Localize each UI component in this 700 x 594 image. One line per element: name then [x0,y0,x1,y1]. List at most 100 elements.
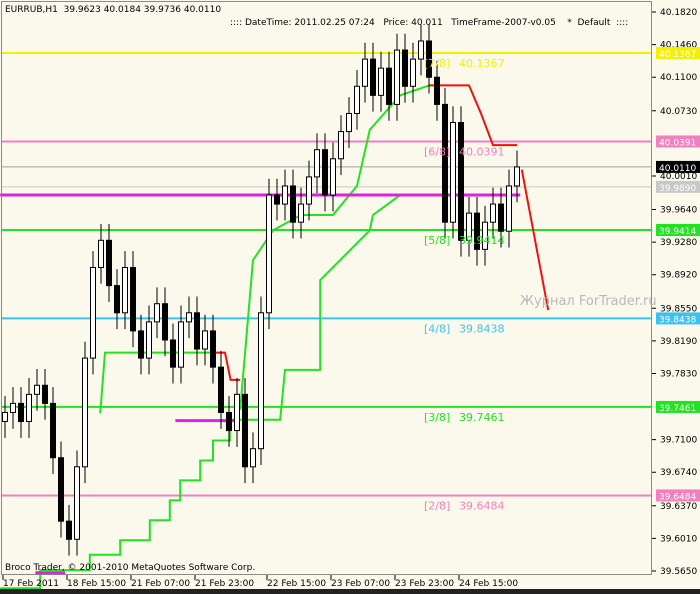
candle-body [154,303,160,323]
level-name-label: [3/8] [424,411,450,424]
candle-body [10,402,16,413]
candle-body [90,266,96,359]
candle-body [98,239,104,268]
candle-body [42,384,48,404]
y-tick-label: 39.6010 [660,534,697,544]
candle-body [418,40,424,60]
candle-body [34,384,40,395]
x-tick-label: 22 Feb 15:00 [267,579,326,589]
candle-body [410,58,416,87]
y-tick-label: 40.1100 [660,73,697,83]
candle-body [490,203,496,223]
level-name-label: [6/8] [424,145,450,158]
price-tag-label: 39.7461 [659,404,696,414]
candle-body [74,466,80,540]
level-name-label: [4/8] [424,322,450,335]
candle-body [394,49,400,105]
candle-body [402,49,408,87]
level-value-label: 39.6484 [459,499,505,512]
candle-body [282,185,288,205]
candle-body [106,239,112,287]
candle-body [146,321,152,359]
level-name-label: [5/8] [424,234,450,247]
price-tag-label: 40.0391 [659,138,696,148]
candle-body [354,85,360,114]
level-value-label: 39.9414 [459,234,505,247]
candle-body [458,122,464,241]
x-tick-label: 21 Feb 07:00 [131,579,190,589]
level-value-label: 40.0391 [459,145,505,158]
level-value-label: 39.7461 [459,411,505,424]
y-tick-label: 39.7100 [660,436,697,446]
candle-body [378,67,384,96]
x-tick-label: 23 Feb 23:00 [395,579,454,589]
indicator-info: :::: DateTime: 2011.02.25 07:24 Price: 4… [230,18,628,28]
candle-body [114,285,120,314]
candle-body [386,67,392,105]
y-tick-label: 39.9280 [660,238,697,248]
price-tag-label: 39.8438 [659,315,696,325]
candle-body [194,312,200,350]
price-tag-label: 40.1367 [659,50,696,60]
candle-body [26,393,32,423]
level-name-label: [7/8] [424,57,450,70]
candle-body [82,357,88,468]
price-chart[interactable]: [7/8] 40.1367 [6/8] 40.0391 [5/8] 39.9414 [4/8… [0,0,700,594]
x-tick-label: 17 Feb 2011 [3,579,59,589]
candle-body [242,393,248,468]
y-tick-label: 40.1820 [660,8,697,18]
y-tick-label: 39.7830 [660,369,697,379]
x-tick-label: 24 Feb 15:00 [459,579,518,589]
candle-body [314,149,320,178]
candle-body [130,266,136,332]
candle-body [266,194,272,314]
price-tag-label: 40.0110 [659,164,696,174]
candle-body [202,330,208,350]
y-tick-label: 39.8920 [660,271,697,281]
candle-body [498,203,504,232]
candle-body [234,393,240,432]
candle-body [218,366,224,413]
candle-body [210,330,216,368]
candle-body [450,122,456,223]
candle-body [514,166,520,187]
candle-body [226,411,232,432]
x-tick-label: 21 Feb 23:00 [195,579,254,589]
candle-body [330,158,336,196]
y-tick-label: 39.6740 [660,468,697,478]
symbol-info: EURRUB,H1 39.9623 40.0184 39.9736 40.011… [5,5,221,15]
candle-body [322,149,328,196]
copyright: Broco Trader, © 2001-2010 MetaQuotes Sof… [5,563,255,573]
watermark: Журнал ForTrader.ru [520,294,657,309]
level-value-label: 40.1367 [459,57,505,70]
candle-body [506,185,512,232]
candle-body [434,76,440,105]
candle-body [370,58,376,96]
candle-body [346,112,352,133]
y-tick-label: 39.6370 [660,502,697,512]
candle-body [138,330,144,359]
x-tick-label: 18 Feb 15:00 [67,579,126,589]
candle-body [274,194,280,205]
level-value-label: 39.8438 [459,322,505,335]
candle-body [66,520,72,540]
candle-body [58,457,64,522]
x-tick-label: 23 Feb 07:00 [331,579,390,589]
candle-body [50,402,56,459]
candle-body [170,339,176,368]
candle-body [258,312,264,450]
candle-body [162,303,168,341]
price-tag-label: 39.9414 [659,227,696,237]
candle-body [250,448,256,468]
price-tag-label: 39.9890 [659,184,696,194]
candle-body [2,411,8,423]
y-tick-label: 40.0730 [660,107,697,117]
bottom-bar [0,589,700,594]
candle-body [442,103,448,223]
candle-body [362,58,368,87]
candle-body [178,321,184,368]
y-tick-label: 39.9640 [660,206,697,216]
candle-body [18,402,24,423]
y-tick-label: 39.8190 [660,337,697,347]
candle-body [298,203,304,223]
